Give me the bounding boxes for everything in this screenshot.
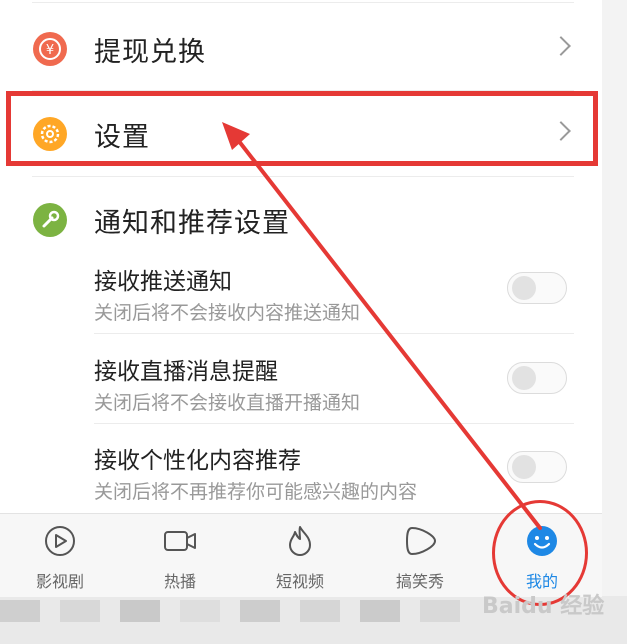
- blurred-area: [300, 600, 340, 622]
- watermark: Baidu 经验: [482, 594, 605, 619]
- blurred-area: [240, 600, 280, 622]
- blurred-area: [180, 600, 220, 622]
- blurred-area: [0, 600, 40, 622]
- blurred-area: [60, 600, 100, 622]
- blurred-area: [420, 600, 460, 622]
- blurred-area: [360, 600, 400, 622]
- blurred-area: [120, 600, 160, 622]
- annotation-arrow: [222, 122, 542, 530]
